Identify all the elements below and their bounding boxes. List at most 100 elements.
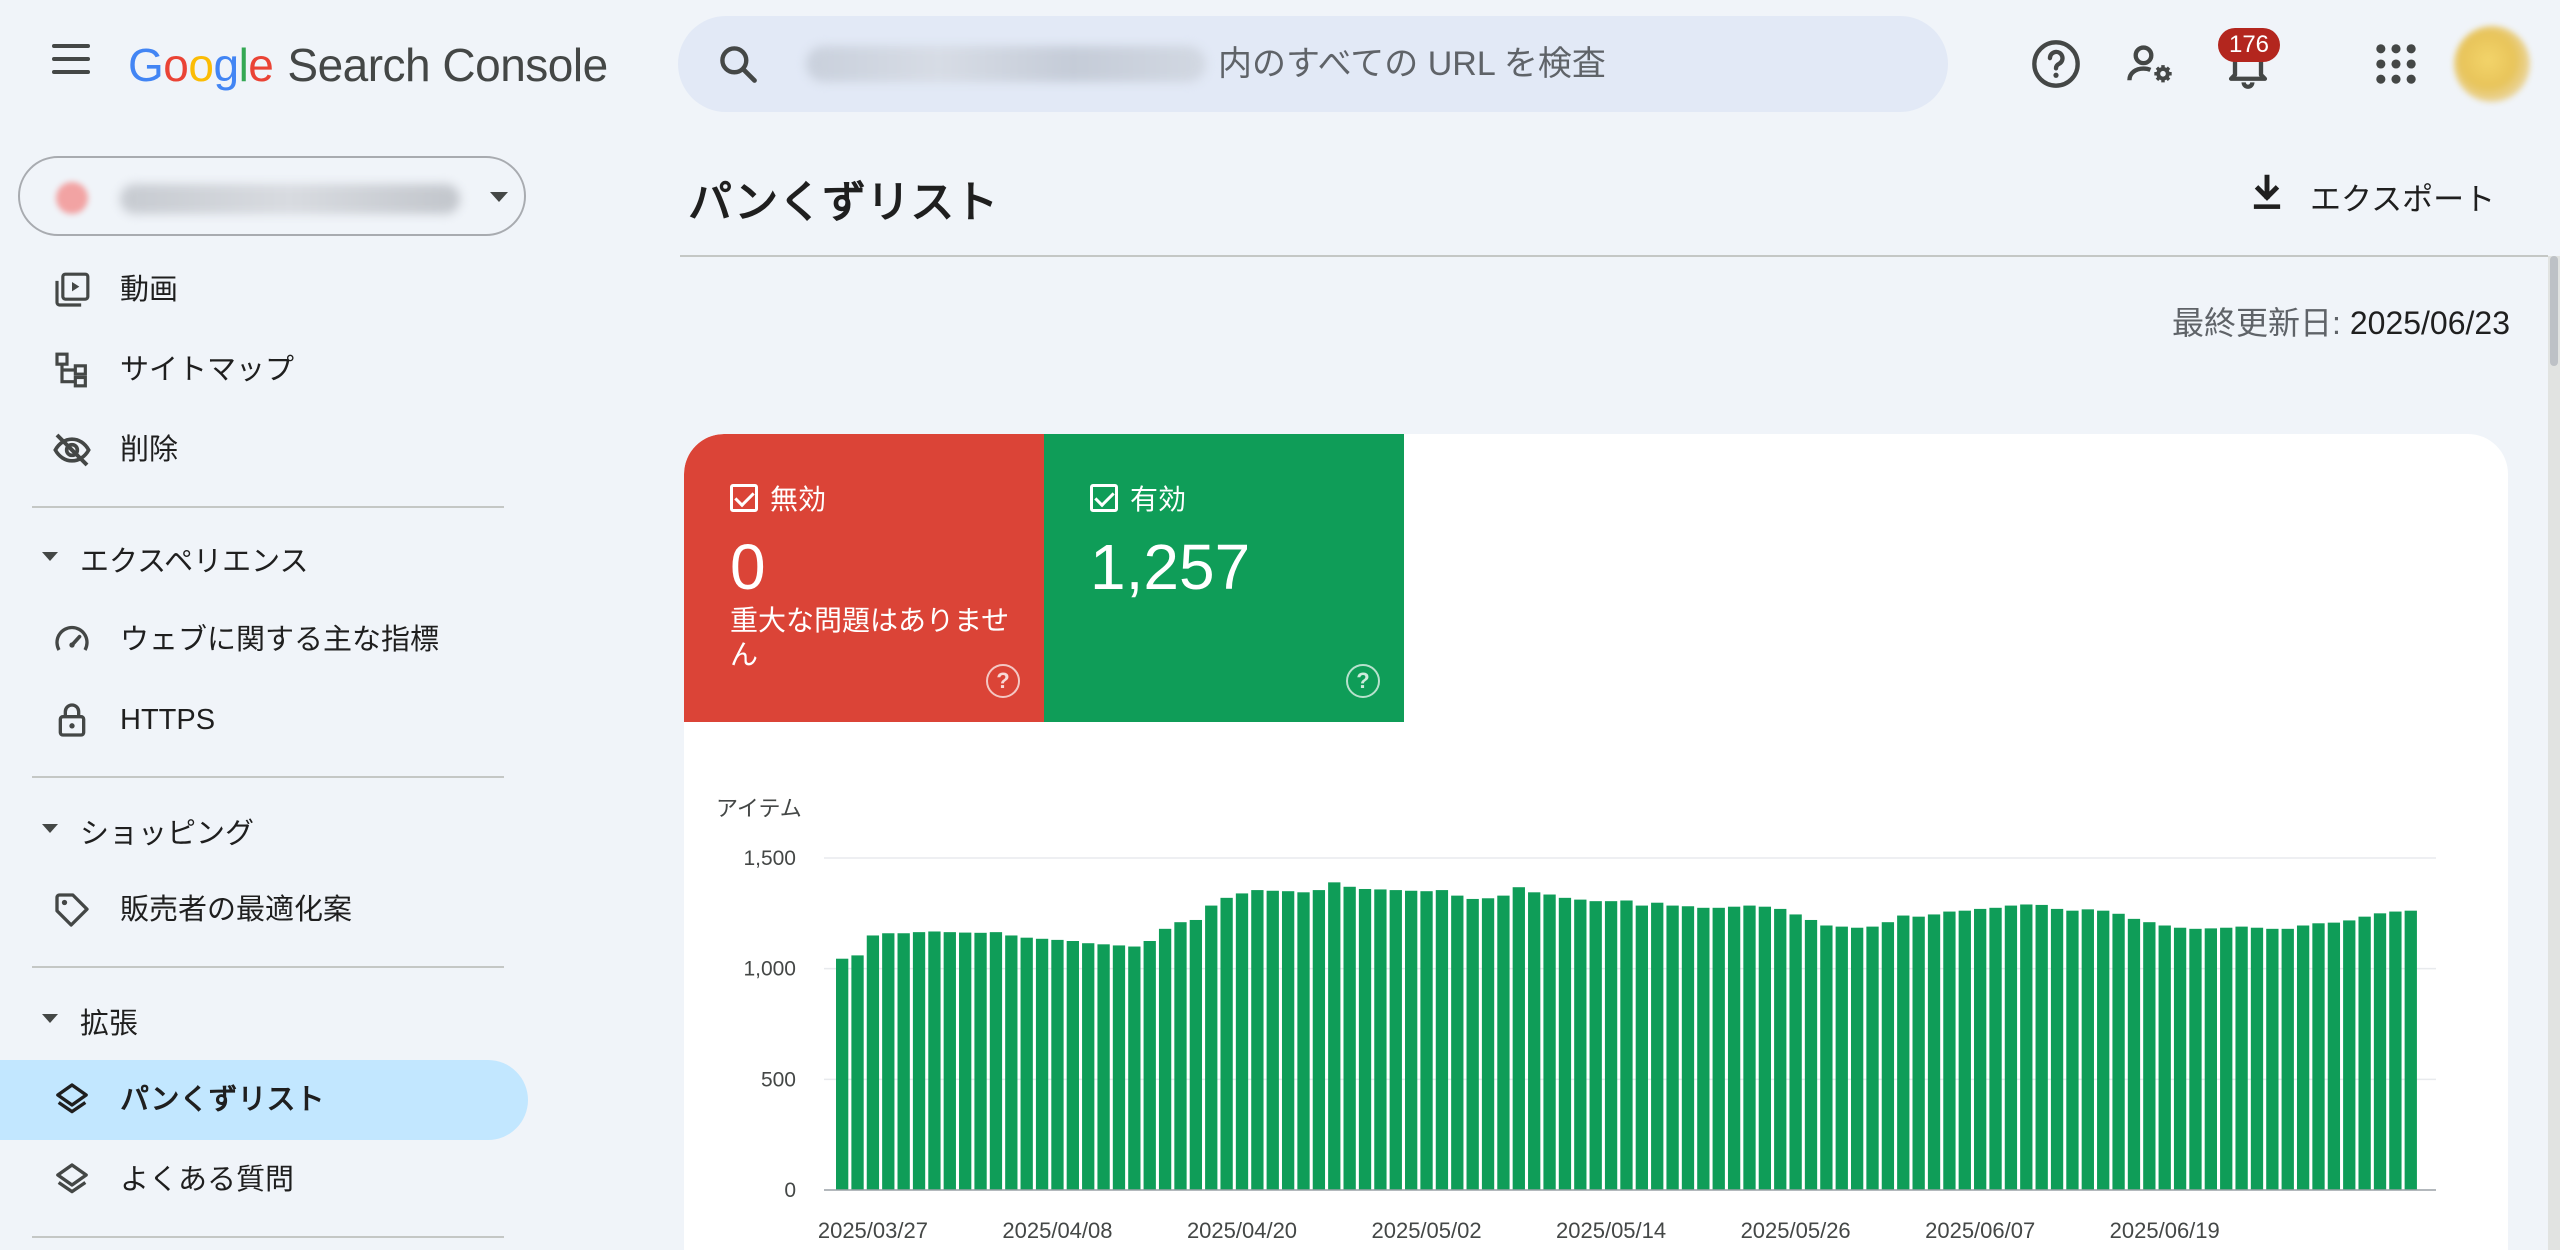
chart-bar xyxy=(2296,925,2310,1190)
x-tick-label: 2025/05/02 xyxy=(1371,1218,1481,1243)
chart-bar xyxy=(1850,927,1864,1190)
chart-bar xyxy=(2066,910,2079,1190)
chart-bar xyxy=(1589,901,1602,1190)
chart-bar xyxy=(1220,897,1233,1190)
valid-items-tile[interactable]: 有効 1,257 ? xyxy=(1044,434,1404,722)
chart-bar xyxy=(1927,914,1941,1190)
y-tick-label: 500 xyxy=(761,1068,796,1091)
sidebar-item-video[interactable]: 動画 xyxy=(0,250,528,330)
chart-bar xyxy=(2373,913,2387,1190)
chart-bar xyxy=(1082,943,1095,1190)
chart-bar xyxy=(928,931,941,1190)
url-inspection-input[interactable] xyxy=(1218,38,1918,90)
chart-bar xyxy=(1974,908,1987,1190)
chart-bar xyxy=(1774,908,1787,1190)
y-tick-label: 1,500 xyxy=(743,847,796,870)
chart-bar xyxy=(1235,893,1249,1190)
chart-bar xyxy=(851,955,864,1190)
chart-bar xyxy=(959,932,972,1190)
notification-count-badge[interactable]: 176 xyxy=(2218,28,2280,62)
main-menu-button[interactable] xyxy=(44,44,98,84)
last-updated: 最終更新日: 2025/06/23 xyxy=(2172,298,2510,344)
chart-bar xyxy=(1497,895,1510,1190)
sidebar-divider xyxy=(32,776,504,778)
chart-bar xyxy=(1374,889,1387,1190)
sidebar-section-label: ショッピング xyxy=(80,818,255,850)
chart-bar xyxy=(2189,928,2202,1190)
chart-bar xyxy=(1266,890,1279,1190)
sidebar-item-core-web-vitals[interactable]: ウェブに関する主な指標 xyxy=(0,600,528,680)
chart-bar xyxy=(1174,922,1187,1190)
chart-bar xyxy=(1558,897,1572,1190)
chart-bar xyxy=(1528,892,1541,1190)
chart-bar xyxy=(1543,894,1556,1190)
chart-bar xyxy=(1158,928,1172,1190)
visibility-off-icon xyxy=(53,433,91,467)
chart-bar xyxy=(1435,890,1449,1190)
scrollbar-thumb[interactable] xyxy=(2550,256,2558,366)
account-avatar[interactable] xyxy=(2454,26,2530,102)
chart-bar xyxy=(2266,928,2279,1190)
chart-bar xyxy=(2343,920,2356,1190)
chart-bar xyxy=(2204,928,2218,1190)
top-app-bar: GoogleSearch Console 176 xyxy=(0,0,2560,132)
sidebar-item-sitemaps[interactable]: サイトマップ xyxy=(0,330,528,410)
checkbox-checked-icon[interactable] xyxy=(730,484,758,512)
chart-bar xyxy=(1743,905,1756,1190)
help-icon[interactable]: ? xyxy=(1346,664,1380,698)
chart-bar xyxy=(2035,904,2048,1190)
sidebar-item-breadcrumbs[interactable]: パンくずリスト xyxy=(0,1060,528,1140)
sidebar-item-label: パンくずリスト xyxy=(120,1084,325,1116)
sidebar-item-removals[interactable]: 削除 xyxy=(0,410,528,490)
chart-bar xyxy=(1958,910,1971,1190)
invalid-items-tile[interactable]: 無効 0 重大な問題はありません ? xyxy=(684,434,1044,722)
chart-bar xyxy=(1281,891,1295,1190)
chart-bar xyxy=(1066,941,1079,1190)
main-scrollbar[interactable] xyxy=(2548,256,2560,1250)
url-inspection-search[interactable] xyxy=(678,16,1948,112)
tile-subtext: 重大な問題はありません xyxy=(730,605,1010,670)
checkbox-checked-icon[interactable] xyxy=(1090,484,1118,512)
chart-bar xyxy=(1912,916,1925,1190)
chart-bar xyxy=(2020,904,2033,1190)
chart-bar xyxy=(2173,927,2187,1190)
chart-bar xyxy=(1820,925,1833,1190)
sidebar-divider xyxy=(32,1236,504,1238)
help-icon[interactable] xyxy=(2030,38,2082,90)
sidebar-item-https[interactable]: HTTPS xyxy=(0,680,528,760)
chart-bar xyxy=(989,932,1003,1190)
sidebar-item-label: HTTPS xyxy=(120,704,216,736)
chart-bar xyxy=(1112,945,1126,1190)
search-icon[interactable] xyxy=(716,42,760,86)
manage-users-icon[interactable] xyxy=(2124,38,2176,90)
x-tick-label: 2025/05/26 xyxy=(1741,1218,1851,1243)
chart-bar xyxy=(1804,919,1818,1190)
sitemap-icon xyxy=(55,352,87,388)
chart-bar xyxy=(2220,927,2233,1190)
search-console-logo[interactable]: Google Search Console xyxy=(128,38,608,92)
apps-grid-icon[interactable] xyxy=(2370,38,2422,90)
chart-bar xyxy=(2389,911,2402,1190)
chart-bar xyxy=(1051,939,1064,1190)
help-icon[interactable]: ? xyxy=(986,664,1020,698)
chart-bar xyxy=(2250,927,2264,1190)
chart-bar xyxy=(1358,888,1372,1190)
property-selector[interactable] xyxy=(18,156,526,236)
chart-bar xyxy=(1143,941,1156,1190)
sidebar-section-label: エクスペリエンス xyxy=(80,546,309,578)
chart-bar xyxy=(1989,907,2002,1190)
y-axis-label: アイテム xyxy=(716,796,802,821)
last-updated-value: 2025/06/23 xyxy=(2349,305,2510,341)
chart-bar xyxy=(1635,905,1648,1190)
sidebar-item-label: 動画 xyxy=(120,274,179,306)
chart-bar xyxy=(2112,913,2125,1190)
video-library-icon xyxy=(55,272,90,307)
product-name: Search Console xyxy=(287,39,608,91)
chart-bar xyxy=(1035,938,1049,1190)
chart-bar xyxy=(2404,910,2417,1190)
sidebar-item-merchant-opportunities[interactable]: 販売者の最適化案 xyxy=(0,870,528,950)
chart-bar xyxy=(1604,901,1618,1190)
y-tick-label: 1,000 xyxy=(743,958,796,981)
chart-bar xyxy=(1866,926,1879,1190)
sidebar-item-faq[interactable]: よくある質問 xyxy=(0,1140,528,1220)
